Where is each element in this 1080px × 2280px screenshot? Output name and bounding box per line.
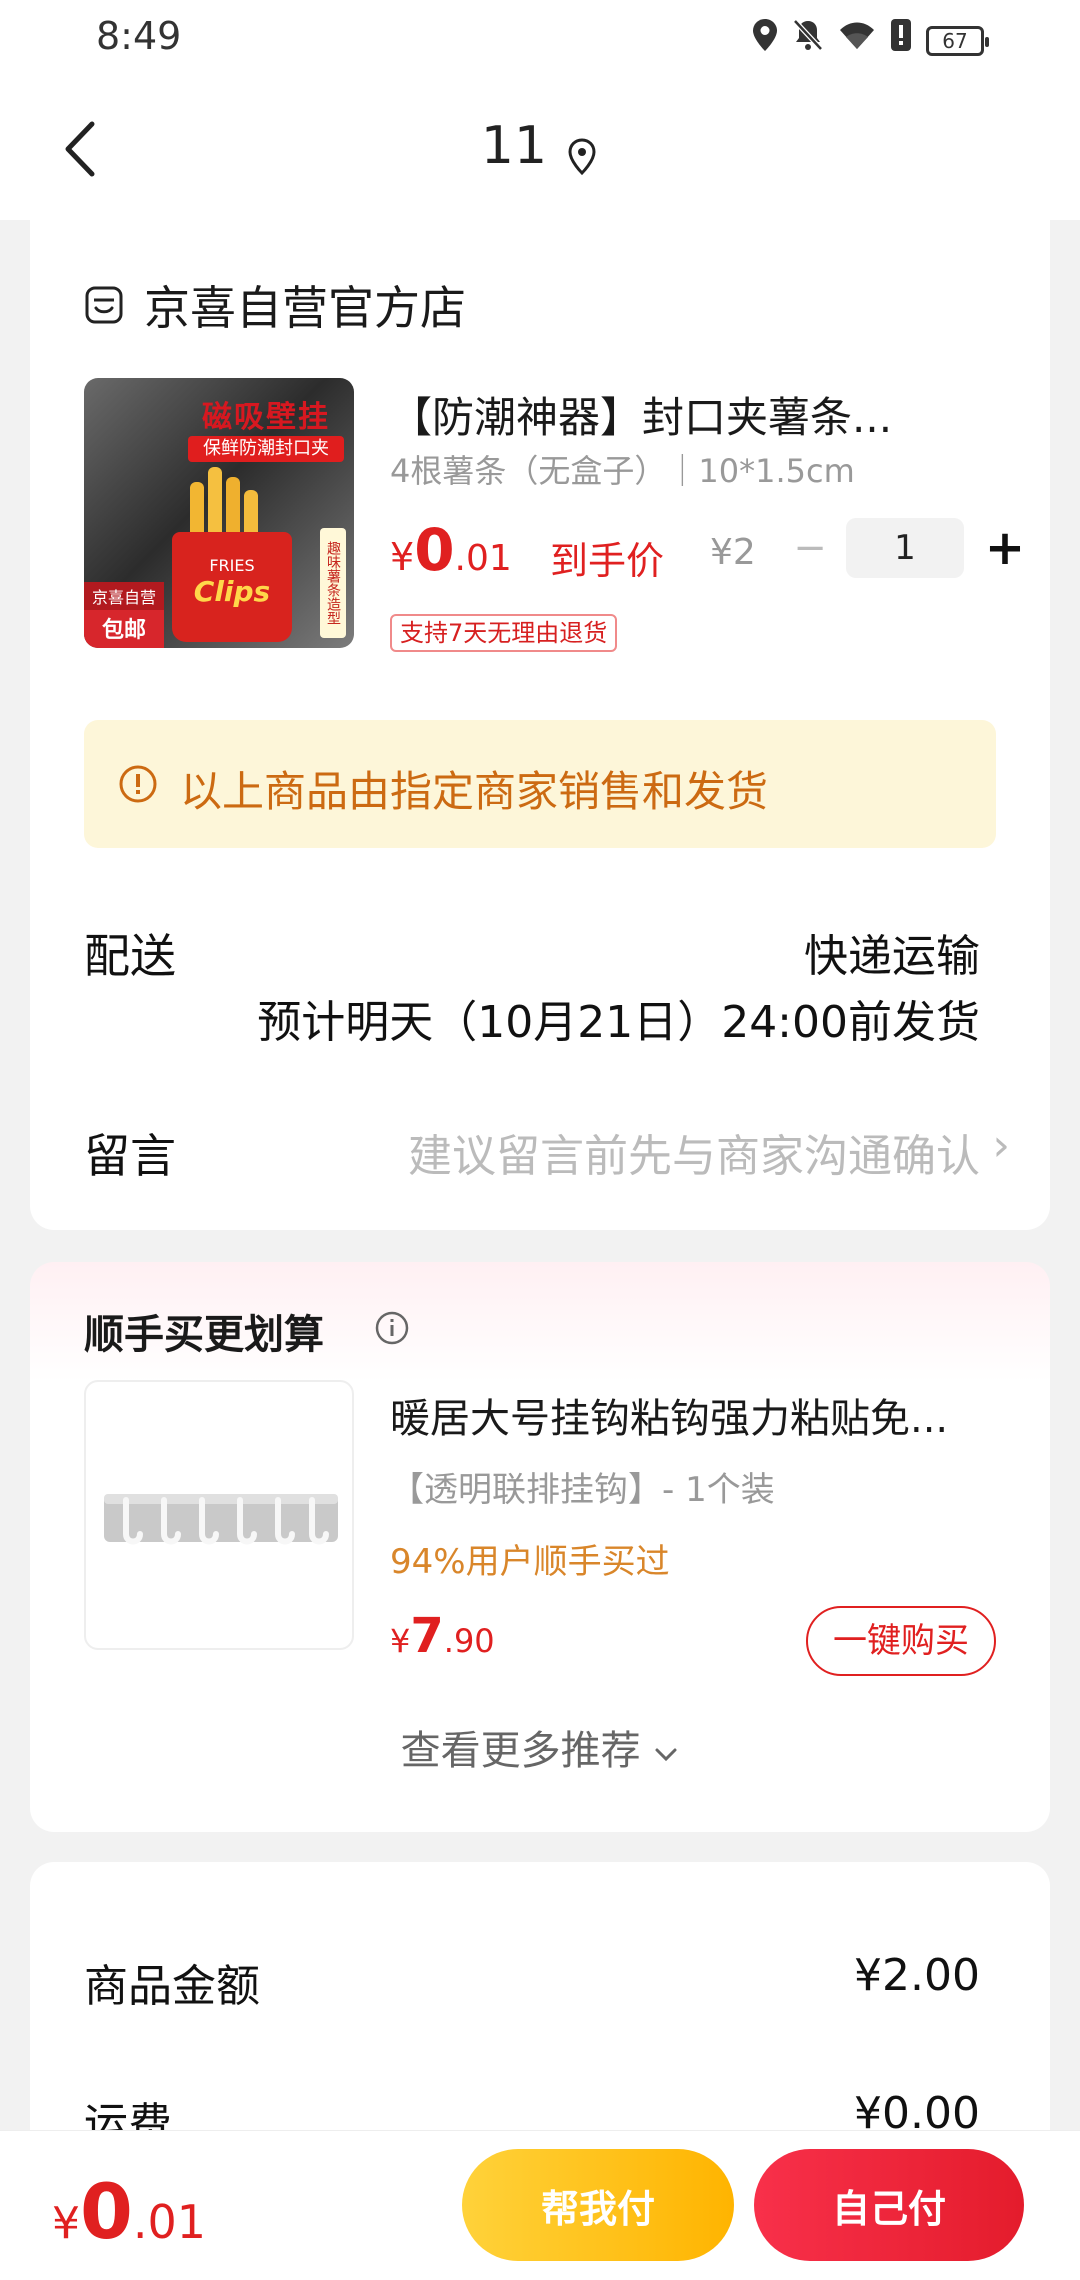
battery-icon: 67	[926, 25, 989, 56]
total-symbol: ¥	[52, 2198, 80, 2249]
product-spec[interactable]: 4根薯条（无盒子）｜10*1.5cm	[390, 446, 855, 492]
goods-amount-label: 商品金额	[84, 1961, 260, 2012]
rec-price-integer: 7	[410, 1608, 444, 1664]
rec-price-symbol: ¥	[390, 1622, 411, 1660]
delivery-method[interactable]: 快递运输	[804, 920, 980, 984]
see-more-recommend[interactable]: 查看更多推荐	[30, 1718, 1050, 1776]
goods-amount-value: ¥2.00	[854, 1950, 980, 2001]
product-image[interactable]: 磁吸壁挂 保鲜防潮封口夹 FRIES Clips 趣味薯条造型 京喜自营 包邮	[84, 378, 354, 648]
recommend-item-stat: 94%用户顺手买过	[390, 1542, 670, 1582]
bell-mute-icon	[792, 18, 824, 63]
price-symbol: ¥	[390, 535, 415, 579]
rec-price-decimal: .90	[443, 1622, 495, 1660]
badge-line2: 包邮	[101, 618, 146, 643]
product-image-badge: 京喜自营 包邮	[84, 582, 164, 648]
status-icons: 67	[752, 18, 989, 63]
delivery-label: 配送	[84, 929, 176, 983]
status-time: 8:49	[96, 14, 182, 58]
recommend-item-name[interactable]: 暖居大号挂钩粘钩强力粘贴免...	[390, 1386, 1010, 1444]
product-image-side-text: 趣味薯条造型	[320, 528, 346, 638]
notice-text: 以上商品由指定商家销售和发货	[180, 767, 769, 816]
info-icon[interactable]	[374, 1310, 410, 1346]
return-policy-tag: 支持7天无理由退货	[390, 614, 618, 652]
product-image-title: 磁吸壁挂	[202, 400, 330, 435]
quantity-increase-button[interactable]: +	[980, 516, 1030, 580]
info-icon	[118, 764, 158, 804]
box-text-fries: FRIES	[209, 556, 255, 575]
help-pay-button[interactable]: 帮我付	[462, 2149, 734, 2261]
page-title[interactable]: 11	[0, 116, 1080, 176]
recommend-item-image[interactable]	[84, 1380, 354, 1650]
hook-rack-illustration	[104, 1494, 338, 1545]
seller-notice: 以上商品由指定商家销售和发货	[84, 720, 996, 848]
recommend-card: 顺手买更划算 暖居大号挂钩粘钩强力粘贴免... 【透明联排挂钩】- 1个装 94…	[30, 1262, 1050, 1832]
product-title[interactable]: 【防潮神器】封口夹薯条...	[390, 384, 1000, 445]
chevron-down-icon	[653, 1728, 679, 1774]
address-title: 11	[480, 116, 548, 176]
message-field[interactable]: 建议留言前先与商家沟通确认	[408, 1120, 980, 1184]
store-row[interactable]: 京喜自营官方店	[84, 272, 466, 338]
location-pin-icon	[565, 129, 599, 176]
total-integer: 0	[80, 2167, 133, 2256]
store-name: 京喜自营官方店	[144, 281, 466, 335]
badge-line1: 京喜自营	[84, 582, 164, 610]
product-image-subtitle: 保鲜防潮封口夹	[188, 436, 344, 462]
header: 11	[0, 76, 1080, 220]
see-more-label: 查看更多推荐	[400, 1728, 641, 1774]
product-image-box: FRIES Clips	[172, 532, 292, 642]
recommend-title: 顺手买更划算	[84, 1312, 324, 1358]
bottom-bar: ¥0.01 帮我付 自己付	[0, 2130, 1080, 2280]
recommend-item-price: ¥7.90	[390, 1608, 495, 1664]
store-card: 京喜自营官方店 磁吸壁挂 保鲜防潮封口夹 FRIES Clips 趣味薯条造型 …	[30, 220, 1050, 1230]
quantity-decrease-button[interactable]: −	[790, 520, 830, 576]
price-row: ¥0.01 到手价 ¥2 − +	[390, 516, 1025, 586]
box-text-clips: Clips	[193, 575, 271, 608]
chevron-right-icon[interactable]: ›	[992, 1120, 1010, 1171]
alert-status-icon	[890, 18, 912, 63]
status-bar: 8:49 67	[0, 0, 1080, 76]
store-icon	[84, 285, 124, 325]
price-label: 到手价	[550, 539, 665, 583]
quantity-input[interactable]	[846, 518, 964, 578]
price-decimal: .01	[454, 538, 512, 579]
recommend-item-spec: 【透明联排挂钩】- 1个装	[390, 1470, 775, 1510]
price-integer: 0	[414, 516, 455, 584]
total-price: ¥0.01	[52, 2167, 206, 2256]
total-decimal: .01	[132, 2195, 207, 2249]
final-price: ¥0.01	[390, 516, 512, 584]
self-pay-button[interactable]: 自己付	[754, 2149, 1024, 2261]
one-click-buy-button[interactable]: 一键购买	[806, 1606, 996, 1676]
wifi-icon	[838, 19, 876, 62]
original-price: ¥2	[710, 532, 756, 573]
delivery-time[interactable]: 预计明天（10月21日）24:00前发货	[257, 986, 980, 1050]
goods-amount-row: 商品金额 ¥2.00	[84, 1950, 980, 2012]
message-label: 留言	[84, 1129, 176, 1183]
location-status-icon	[752, 18, 778, 63]
